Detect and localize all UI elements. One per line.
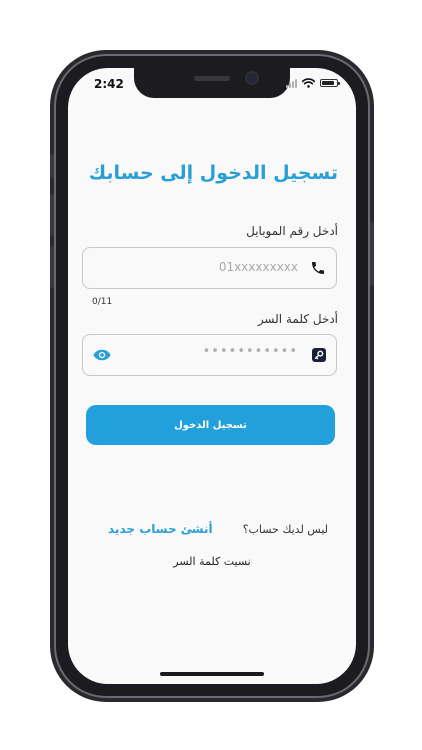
- wifi-icon: [302, 78, 315, 88]
- signup-row: ليس لديك حساب؟ أنشئ حساب جديد: [108, 522, 328, 536]
- mobile-label: أدخل رقم الموبايل: [246, 224, 338, 238]
- mobile-input[interactable]: 01xxxxxxxxx: [82, 247, 337, 289]
- no-account-text: ليس لديك حساب؟: [242, 522, 328, 536]
- status-icons: [286, 78, 340, 88]
- volume-down-button: [50, 246, 54, 288]
- power-button: [370, 222, 374, 286]
- create-account-link[interactable]: أنشئ حساب جديد: [108, 522, 213, 536]
- status-time: 2:42: [94, 77, 124, 91]
- front-camera: [247, 73, 257, 83]
- cellular-signal-icon: [286, 78, 297, 88]
- login-button[interactable]: تسجيل الدخول: [86, 405, 335, 445]
- volume-up-button: [50, 194, 54, 236]
- phone-frame: 2:42 تسجيل الدخول إلى حسابك أدخل رقم الم…: [50, 54, 374, 698]
- app-screen: 2:42 تسجيل الدخول إلى حسابك أدخل رقم الم…: [68, 68, 356, 684]
- battery-icon: [320, 79, 340, 87]
- password-label: أدخل كلمة السر: [257, 312, 338, 326]
- page-title: تسجيل الدخول إلى حسابك: [88, 162, 338, 184]
- home-indicator: [160, 672, 264, 676]
- mobile-char-counter: 0/11: [92, 297, 113, 307]
- phone-icon: [312, 262, 324, 274]
- password-input[interactable]: •••••••••••: [82, 334, 337, 376]
- password-placeholder: •••••••••••: [202, 344, 298, 359]
- key-icon: [312, 348, 326, 362]
- forgot-password-link[interactable]: نسيت كلمة السر: [68, 555, 356, 568]
- eye-icon[interactable]: [93, 348, 111, 362]
- mobile-placeholder: 01xxxxxxxxx: [218, 260, 298, 274]
- speaker: [194, 76, 230, 81]
- notch: [134, 68, 290, 98]
- mute-switch: [50, 154, 54, 178]
